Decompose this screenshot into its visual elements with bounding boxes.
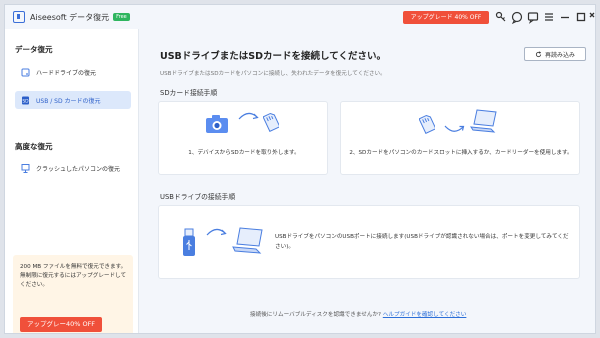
message-icon[interactable] — [526, 10, 540, 24]
sidebar-item-label: ハードドライブの復元 — [36, 69, 97, 77]
svg-text:SD: SD — [22, 98, 29, 104]
sidebar-item-hard-drive[interactable]: ハードドライブの復元 — [15, 63, 131, 81]
usb-step-card: USBドライブをパソコンのUSBポートに接続します(USBドライブが認識されない… — [158, 205, 580, 279]
page-title: USBドライブまたはSDカードを接続してください。 — [160, 51, 386, 62]
help-guide-link[interactable]: ヘルプガイドを確認してください — [383, 312, 467, 318]
computer-icon — [21, 163, 30, 173]
sd-section-label: SDカード接続手順 — [160, 89, 218, 97]
promo-text: 200 MB ファイルを無料で復元できます。無制限に復元するにはアップグレードし… — [20, 264, 127, 288]
page-subtitle: USBドライブまたはSDカードをパソコンに接続し、失われたデータを復元してくださ… — [160, 71, 386, 77]
close-icon[interactable] — [589, 10, 595, 24]
connect-arrow-icon — [205, 224, 227, 238]
sd-step-1-text: 1、デバイスからSDカードを取り外します。 — [188, 150, 300, 156]
upgrade-button[interactable]: アップグレード 40% OFF — [403, 11, 489, 24]
advanced-recovery-heading: 高度な復元 — [15, 142, 53, 151]
app-window: Aiseesoft データ復元 Free アップグレード 40% OFF データ… — [4, 4, 596, 334]
sidebar-item-label: USB / SD カードの復元 — [36, 97, 101, 105]
promo-upgrade-button[interactable]: アップグレー40% OFF — [20, 317, 102, 332]
upgrade-promo-box: 200 MB ファイルを無料で復元できます。無制限に復元するにはアップグレードし… — [13, 255, 133, 333]
sidebar-item-label: クラッシュしたパソコンの復元 — [36, 165, 121, 173]
chat-icon[interactable] — [510, 10, 524, 24]
reload-label: 再読み込み — [544, 51, 575, 59]
sd-step-card-2: 2、SDカードをパソコンのカードスロットに挿入するか、カードリーダーを使用します… — [340, 101, 580, 175]
laptop-icon — [231, 226, 265, 256]
refresh-icon — [535, 50, 542, 58]
main-content: USBドライブまたはSDカードを接続してください。 再読み込み USBドライブま… — [140, 29, 595, 333]
insert-arrow-icon — [443, 122, 465, 136]
sidebar: データ復元 ハードドライブの復元 SD USB / SD カードの復元 高度な復… — [5, 29, 139, 333]
footer-help: 接続後にリムーバブルディスクを認識できませんか? ヘルプガイドを確認してください — [250, 310, 466, 318]
app-logo-icon — [13, 11, 25, 23]
sidebar-item-usb-sd[interactable]: SD USB / SD カードの復元 — [15, 91, 131, 109]
usb-section-label: USBドライブの接続手順 — [160, 193, 236, 201]
laptop-icon — [469, 108, 499, 134]
remove-arrow-icon — [237, 108, 259, 122]
footer-text: 接続後にリムーバブルディスクを認識できませんか? — [250, 312, 382, 318]
usb-step-text: USBドライブをパソコンのUSBポートに接続します(USBドライブが認識されない… — [275, 234, 569, 250]
usb-sd-icon: SD — [21, 96, 30, 105]
app-title: Aiseesoft データ復元 — [30, 12, 110, 22]
free-badge: Free — [113, 13, 130, 21]
sd-step-2-text: 2、SDカードをパソコンのカードスロットに挿入するか、カードリーダーを使用します… — [349, 150, 573, 156]
key-icon[interactable] — [494, 10, 508, 24]
data-recovery-heading: データ復元 — [15, 45, 53, 54]
camera-icon — [205, 114, 229, 134]
usb-drive-icon — [181, 228, 197, 258]
sidebar-item-crashed-pc[interactable]: クラッシュしたパソコンの復元 — [15, 159, 131, 177]
minimize-icon[interactable] — [558, 10, 572, 24]
sd-card-icon — [419, 114, 435, 134]
sd-step-card-1: 1、デバイスからSDカードを取り外します。 — [158, 101, 328, 175]
maximize-icon[interactable] — [574, 10, 588, 24]
reload-button[interactable]: 再読み込み — [524, 47, 586, 61]
sd-card-icon — [263, 112, 279, 132]
menu-icon[interactable] — [542, 10, 556, 24]
hard-drive-icon — [21, 68, 30, 77]
